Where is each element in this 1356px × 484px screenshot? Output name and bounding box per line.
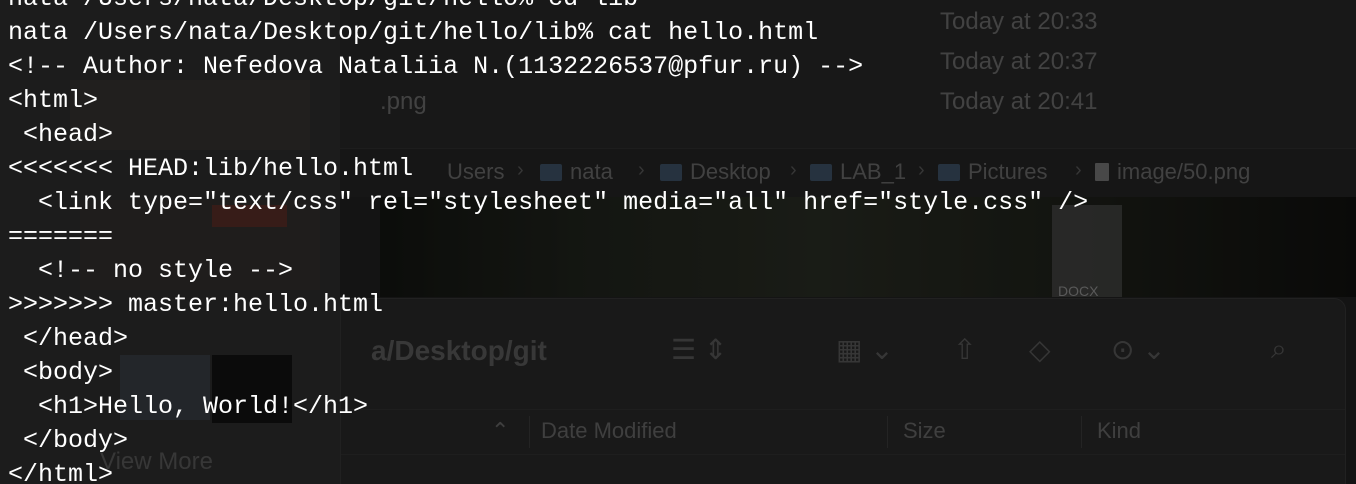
terminal-line: <head>: [8, 120, 114, 149]
terminal-line: <!-- Author: Nefedova Nataliia N.(113222…: [8, 52, 864, 81]
terminal-output: nata /Users/nata/Desktop/git/hello% cd l…: [8, 0, 1088, 484]
terminal-line: nata /Users/nata/Desktop/git/hello% cd l…: [8, 0, 1088, 16]
terminal-line: <html>: [8, 86, 99, 115]
terminal-line: <<<<<<< HEAD:lib/hello.html: [8, 154, 414, 183]
terminal-line: <body>: [8, 358, 114, 387]
terminal-line: <!-- no style -->: [8, 256, 294, 285]
terminal-line: </html>: [8, 460, 114, 484]
terminal-line: =======: [8, 222, 114, 251]
terminal-line: <h1>Hello, World!</h1>: [8, 392, 369, 421]
terminal-line: </head>: [8, 324, 129, 353]
terminal-window[interactable]: nata /Users/nata/Desktop/git/hello% cd l…: [0, 0, 1356, 484]
terminal-line: nata /Users/nata/Desktop/git/hello/lib% …: [8, 18, 819, 47]
terminal-line: <link type="text/css" rel="stylesheet" m…: [8, 188, 1089, 217]
terminal-line: </body>: [8, 426, 129, 455]
screen: .png Today at 20:33 Today at 20:37 Today…: [0, 0, 1356, 484]
terminal-line: >>>>>>> master:hello.html: [8, 290, 384, 319]
